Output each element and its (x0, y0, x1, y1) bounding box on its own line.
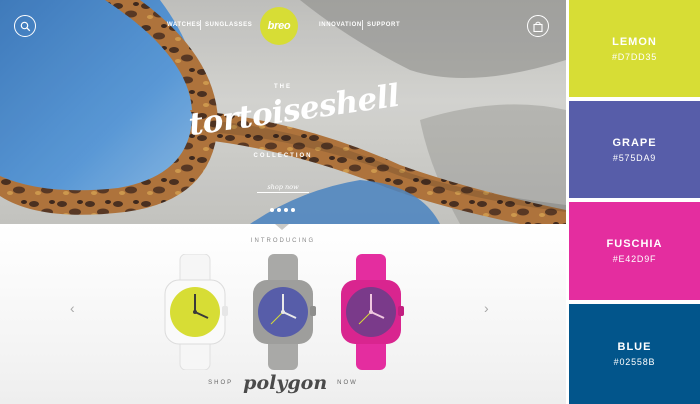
nav-divider (362, 20, 363, 30)
now-label: NOW (337, 380, 358, 386)
swatch-grape: GRAPE #575DA9 (569, 101, 700, 198)
swatch-hex: #575DA9 (612, 152, 657, 163)
breo-logo[interactable]: breo (260, 7, 298, 45)
carousel-dot[interactable] (277, 208, 281, 212)
introducing-label: INTRODUCING (250, 238, 316, 244)
swatch-name: GRAPE (612, 136, 657, 149)
carousel-dot[interactable] (270, 208, 274, 212)
nav-sunglasses[interactable]: SUNGLASSES (205, 22, 252, 28)
chevron-left-icon[interactable]: ‹ (70, 300, 75, 316)
shop-polygon-cta[interactable]: SHOP polygon NOW (0, 372, 566, 394)
search-button[interactable] (14, 15, 36, 37)
chevron-right-icon[interactable]: › (484, 300, 489, 316)
swatch-name: FUSCHIA (606, 238, 663, 250)
search-icon (20, 21, 30, 31)
swatch-hex: #D7DD35 (611, 51, 658, 62)
polygon-wordmark: polygon (243, 372, 328, 394)
logo-text: breo (267, 20, 291, 32)
swatch-blue: BLUE #02558B (569, 304, 700, 404)
hero-subtitle: COLLECTION (253, 153, 313, 159)
cart-button[interactable] (527, 15, 549, 37)
nav-innovation[interactable]: INNOVATION (319, 22, 362, 28)
swatch-hex: #02558B (613, 357, 656, 367)
watch-fuschia[interactable] (336, 254, 406, 370)
website-preview: WATCHES SUNGLASSES breo INNOVATION SUPPO… (0, 0, 566, 404)
watch-lemon[interactable] (160, 254, 230, 370)
shop-label: SHOP (208, 380, 234, 386)
watch-grape[interactable] (248, 254, 318, 370)
shop-now-link[interactable]: shop now (0, 183, 566, 191)
nav-support[interactable]: SUPPORT (367, 22, 400, 28)
carousel-dot[interactable] (284, 208, 288, 212)
swatch-name: LEMON (612, 35, 657, 48)
swatch-name: BLUE (617, 341, 652, 353)
nav-divider (200, 20, 201, 30)
swatch-fuschia: FUSCHIA #E42D9F (569, 202, 700, 300)
hero-banner: WATCHES SUNGLASSES breo INNOVATION SUPPO… (0, 0, 566, 224)
cta-underline (257, 192, 309, 193)
shopping-bag-icon (533, 21, 543, 32)
nav-watches[interactable]: WATCHES (167, 22, 201, 28)
hero-kicker: THE (274, 84, 292, 90)
product-section: INTRODUCING ‹ › SHOP polygon NOW (0, 224, 566, 404)
swatch-lemon: LEMON #D7DD35 (569, 0, 700, 97)
carousel-dot[interactable] (291, 208, 295, 212)
swatch-hex: #E42D9F (612, 254, 657, 264)
section-notch (275, 224, 289, 230)
carousel-dots (270, 208, 295, 212)
